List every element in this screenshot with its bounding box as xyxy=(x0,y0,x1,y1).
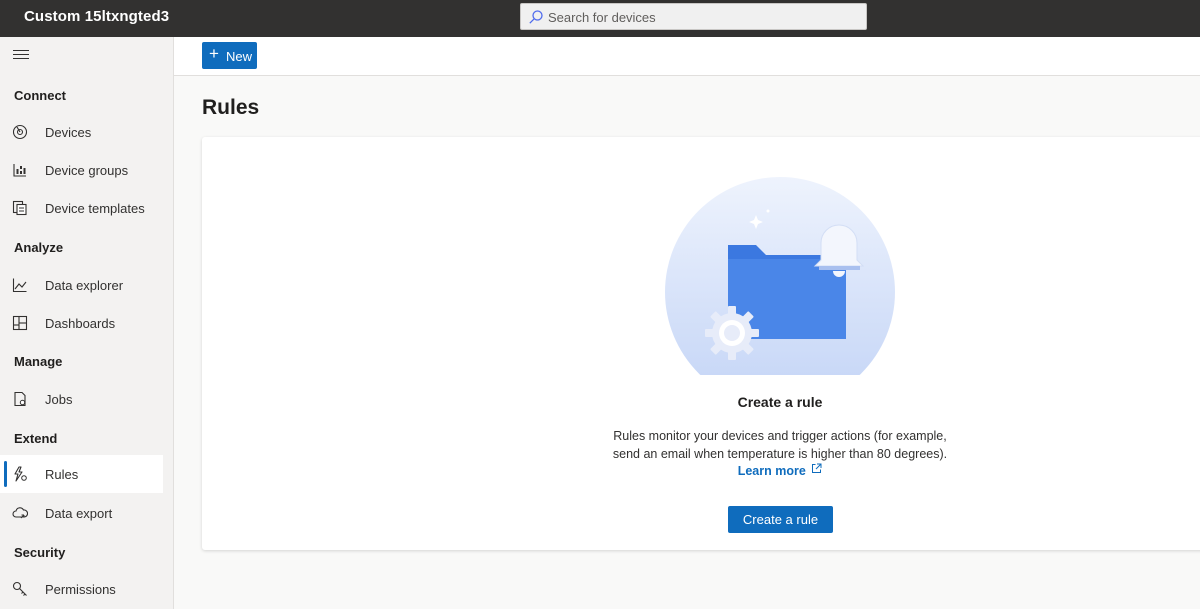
hamburger-menu-icon[interactable] xyxy=(13,50,29,62)
device-templates-icon xyxy=(12,200,27,216)
search-input[interactable]: Search for devices xyxy=(548,10,656,25)
empty-state-title: Create a rule xyxy=(737,394,823,410)
create-rule-button[interactable]: Create a rule xyxy=(728,506,833,533)
plus-icon: + xyxy=(209,44,219,63)
page-title: Rules xyxy=(202,96,260,119)
dashboard-icon xyxy=(12,315,28,331)
sidebar: Connect Devices Device groups Device tem… xyxy=(0,37,174,609)
search-icon xyxy=(529,10,543,24)
section-extend: Extend xyxy=(14,431,58,446)
rules-icon xyxy=(14,466,27,482)
learn-more-link[interactable]: Learn more xyxy=(738,464,806,478)
active-indicator xyxy=(4,461,7,487)
section-security: Security xyxy=(14,545,66,560)
sidebar-item-label: Jobs xyxy=(45,392,73,407)
command-bar: + New xyxy=(174,37,1200,76)
app-title[interactable]: Custom 15ltxngted3 xyxy=(24,8,169,25)
sidebar-item-label: Device templates xyxy=(45,201,145,216)
chart-line-icon xyxy=(12,278,27,293)
sidebar-item-device-templates[interactable]: Device templates xyxy=(0,189,163,227)
external-link-icon[interactable] xyxy=(811,463,822,474)
sidebar-item-devices[interactable]: Devices xyxy=(0,113,163,151)
sidebar-item-permissions[interactable]: Permissions xyxy=(0,570,163,608)
sidebar-item-label: Devices xyxy=(45,125,92,140)
top-bar: Custom 15ltxngted3 Search for devices xyxy=(0,0,1200,37)
section-manage: Manage xyxy=(14,354,63,369)
sidebar-item-label: Dashboards xyxy=(45,316,116,331)
sidebar-item-data-explorer[interactable]: Data explorer xyxy=(0,266,163,304)
sidebar-item-label: Permissions xyxy=(45,582,116,597)
rule-illustration xyxy=(665,177,895,375)
new-button-label: New xyxy=(226,49,253,64)
sidebar-item-device-groups[interactable]: Device groups xyxy=(0,151,163,189)
sidebar-item-label: Rules xyxy=(45,467,79,482)
sidebar-item-label: Device groups xyxy=(45,163,129,178)
cloud-export-icon xyxy=(12,507,28,519)
sidebar-item-jobs[interactable]: Jobs xyxy=(0,380,163,418)
sidebar-item-data-export[interactable]: Data export xyxy=(0,494,163,532)
sidebar-item-dashboards[interactable]: Dashboards xyxy=(0,304,163,342)
section-analyze: Analyze xyxy=(14,240,64,255)
description-line-2: send an email when temperature is higher… xyxy=(612,447,948,461)
new-button[interactable]: + New xyxy=(202,42,257,69)
key-icon xyxy=(12,581,27,596)
jobs-icon xyxy=(14,391,26,407)
sidebar-item-label: Data export xyxy=(45,506,113,521)
empty-state-description: Rules monitor your devices and trigger a… xyxy=(202,427,1200,463)
sidebar-item-label: Data explorer xyxy=(45,278,124,293)
devices-icon xyxy=(12,124,28,140)
empty-state-card: Create a rule Rules monitor your devices… xyxy=(202,137,1200,550)
learn-more-row: Learn more xyxy=(202,463,1200,478)
search-box[interactable]: Search for devices xyxy=(520,3,867,30)
device-groups-icon xyxy=(13,164,26,177)
sidebar-item-rules[interactable]: Rules xyxy=(0,455,163,493)
description-line-1: Rules monitor your devices and trigger a… xyxy=(613,429,947,443)
section-connect: Connect xyxy=(14,88,66,103)
